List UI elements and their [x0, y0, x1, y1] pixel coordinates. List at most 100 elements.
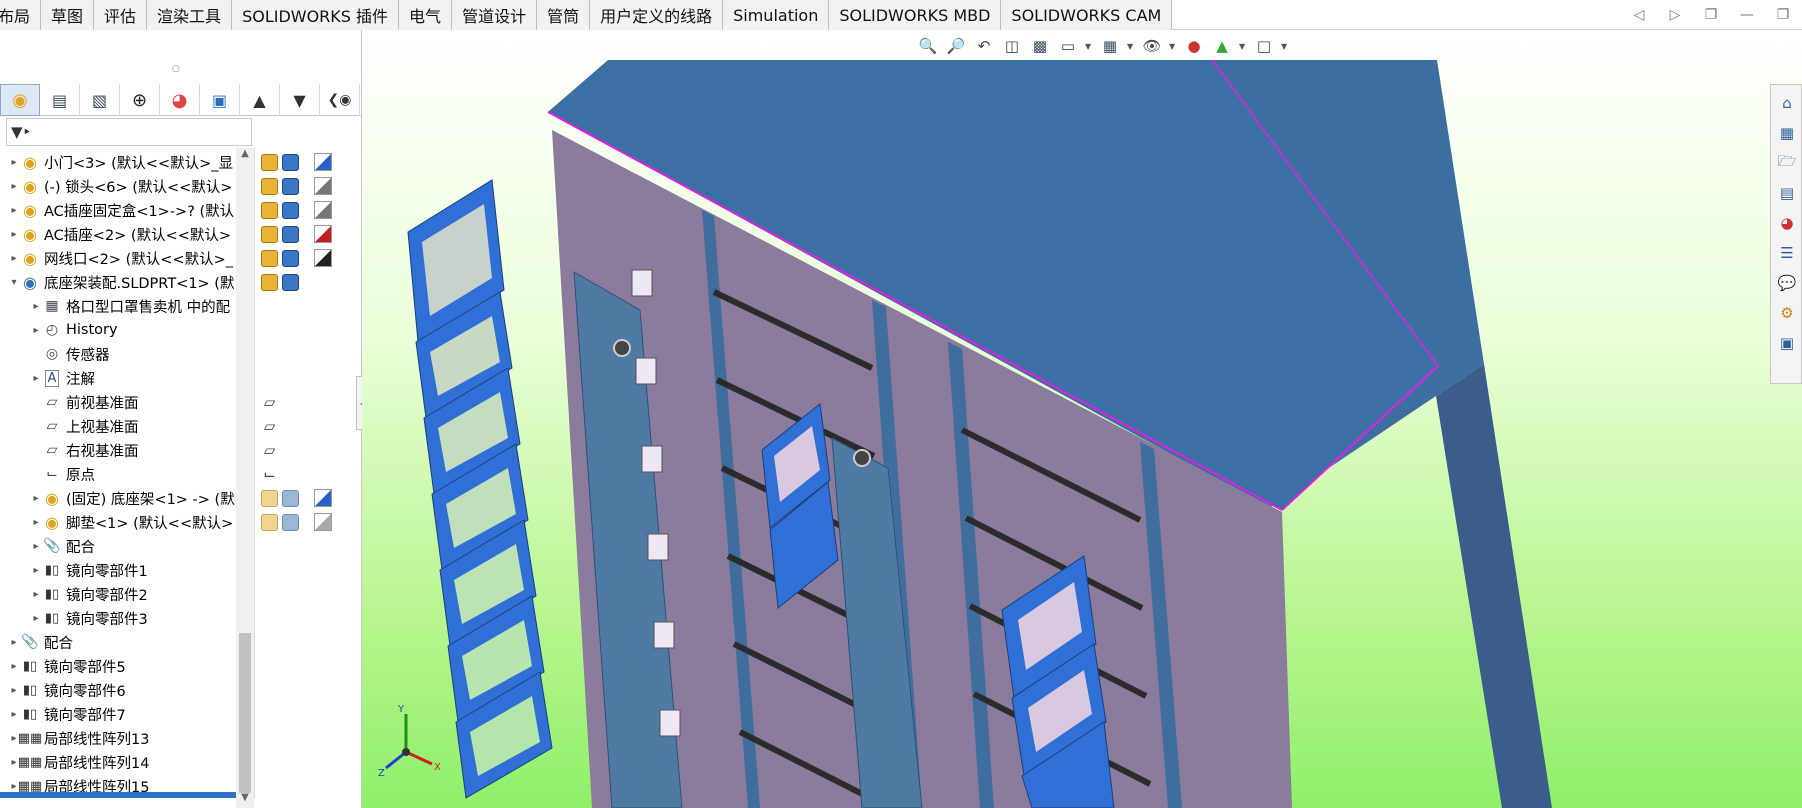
- zoom-to-fit-icon[interactable]: 🔍: [917, 35, 939, 57]
- tree-expand-icon[interactable]: ▸: [30, 301, 42, 312]
- tree-item[interactable]: ▸ ◉ 脚垫<1> (默认<<默认>: [0, 510, 236, 534]
- filter-field[interactable]: ▼‣: [6, 118, 252, 146]
- vertical-scroll-thumb[interactable]: [239, 633, 251, 793]
- appearance-swatch-icon[interactable]: [314, 200, 332, 220]
- tree-item[interactable]: ▸ 📎 配合: [0, 630, 236, 654]
- appearance-swatch-icon[interactable]: [314, 248, 332, 268]
- tree-item[interactable]: ▸ ▮▯ 镜向零部件7: [0, 702, 236, 726]
- hide-show-dropdown-icon[interactable]: ▼: [1169, 42, 1177, 51]
- view-orientation-icon[interactable]: ▭: [1057, 35, 1079, 57]
- appearance-swatch-icon[interactable]: [314, 512, 332, 532]
- tree-item[interactable]: ▸ ▮▯ 镜向零部件2: [0, 582, 236, 606]
- tree-expand-icon[interactable]: ▾: [8, 277, 20, 288]
- cam-feature-icon[interactable]: ▣: [200, 84, 240, 116]
- tree-item[interactable]: ⌙ 原点: [0, 462, 236, 486]
- pin-left-icon[interactable]: ◁: [1628, 4, 1650, 26]
- tree-expand-icon[interactable]: ▸: [30, 589, 42, 600]
- section-view-icon[interactable]: ◫: [1001, 35, 1023, 57]
- configurationmanager-icon[interactable]: ▧: [80, 84, 120, 116]
- display-style-icon[interactable]: ▦: [1099, 35, 1121, 57]
- custom-properties-icon[interactable]: ☰: [1775, 241, 1799, 265]
- home-icon[interactable]: ⌂: [1775, 91, 1799, 115]
- propertymanager-icon[interactable]: ▤: [40, 84, 80, 116]
- view-palette-icon[interactable]: ▤: [1775, 181, 1799, 205]
- tree-item[interactable]: ▸ ▮▯ 镜向零部件5: [0, 654, 236, 678]
- tab-layout[interactable]: 布局: [0, 0, 42, 30]
- tree-expand-icon[interactable]: ▸: [30, 493, 42, 504]
- tab-piping[interactable]: 管道设计: [452, 0, 538, 30]
- tab-sketch[interactable]: 草图: [41, 0, 95, 30]
- tree-expand-icon[interactable]: ▸: [30, 565, 42, 576]
- display-manager-icon[interactable]: ◕: [160, 84, 200, 116]
- appearance-swatch-icon[interactable]: [314, 224, 332, 244]
- tree-item[interactable]: ▸ ◉ 网线口<2> (默认<<默认>_: [0, 246, 236, 270]
- apply-scene-dropdown-icon[interactable]: ▼: [1239, 42, 1247, 51]
- tree-item[interactable]: ▾ ◉ 底座架装配.SLDPRT<1> (默: [0, 270, 236, 294]
- solidworks-resources-icon[interactable]: ⚙: [1775, 301, 1799, 325]
- minimize-icon[interactable]: —: [1736, 4, 1758, 26]
- maximize-icon[interactable]: ❐: [1772, 4, 1794, 26]
- apply-scene-icon[interactable]: ▲: [1211, 35, 1233, 57]
- scroll-down-icon[interactable]: ▼: [236, 792, 254, 806]
- tree-item[interactable]: ▸ A 注解: [0, 366, 236, 390]
- hide-show-items-icon[interactable]: 👁: [1141, 35, 1163, 57]
- graphics-area[interactable]: 🔍 🔎 ↶ ◫ ▩ ▭ ▼ ▦ ▼ 👁 ▼ ● ▲ ▼ □ ▼ ⌂ ▦ 🗁 ▤ …: [362, 30, 1802, 808]
- display-style-dropdown-icon[interactable]: ▼: [1127, 42, 1135, 51]
- tree-expand-icon[interactable]: ▸: [8, 205, 20, 216]
- restore-icon[interactable]: ❐: [1700, 4, 1722, 26]
- cam-tool-icon[interactable]: ▼: [280, 84, 320, 116]
- tab-solidworks-addins[interactable]: SOLIDWORKS 插件: [232, 0, 400, 30]
- tab-user-defined-routing[interactable]: 用户定义的线路: [590, 0, 724, 30]
- tree-item[interactable]: ▸ ▮▯ 镜向零部件6: [0, 678, 236, 702]
- tree-expand-icon[interactable]: ▸: [30, 613, 42, 624]
- tab-solidworks-mbd[interactable]: SOLIDWORKS MBD: [829, 0, 1002, 30]
- tree-expand-icon[interactable]: ▸: [30, 517, 42, 528]
- dimxpert-icon[interactable]: ⊕: [120, 84, 160, 116]
- previous-view-icon[interactable]: ↶: [973, 35, 995, 57]
- featuremanager-icon[interactable]: ◉: [0, 84, 40, 116]
- tree-item[interactable]: ▸ ▮▯ 镜向零部件1: [0, 558, 236, 582]
- appearances-icon[interactable]: ◕: [1775, 211, 1799, 235]
- zoom-to-area-icon[interactable]: 🔎: [945, 35, 967, 57]
- cabinet-model[interactable]: [362, 30, 1802, 808]
- forum-icon[interactable]: 💬: [1775, 271, 1799, 295]
- appearance-swatch-icon[interactable]: [314, 488, 332, 508]
- tree-item[interactable]: ▸ ▦▦ 局部线性阵列13: [0, 726, 236, 750]
- filter-icon[interactable]: ▼‣: [11, 123, 31, 141]
- tree-item[interactable]: ▸ 📎 配合: [0, 534, 236, 558]
- tree-item[interactable]: ▸ ◉ AC插座固定盒<1>->? (默认: [0, 198, 236, 222]
- appearance-swatch-icon[interactable]: [314, 176, 332, 196]
- tab-simulation[interactable]: Simulation: [723, 0, 830, 30]
- view-settings-icon[interactable]: □: [1253, 35, 1275, 57]
- tree-expand-icon[interactable]: ▸: [30, 373, 42, 384]
- tree-item[interactable]: ▱ 前视基准面: [0, 390, 236, 414]
- tree-expand-icon[interactable]: ▸: [8, 229, 20, 240]
- tree-item[interactable]: ▱ 上视基准面: [0, 414, 236, 438]
- cam-operation-icon[interactable]: ▲: [240, 84, 280, 116]
- tree-expand-icon[interactable]: ▸: [8, 661, 20, 672]
- view-orientation-dropdown-icon[interactable]: ▼: [1085, 42, 1093, 51]
- tree-expand-icon[interactable]: ▸: [30, 541, 42, 552]
- tree-expand-icon[interactable]: ▸: [8, 709, 20, 720]
- tree-item[interactable]: ▸ ◉ (固定) 底座架<1> -> (默: [0, 486, 236, 510]
- tab-render-tools[interactable]: 渲染工具: [147, 0, 233, 30]
- panel-splitter-icon[interactable]: ○: [172, 64, 180, 74]
- hide-show-icon[interactable]: ❮◉: [320, 84, 360, 116]
- tree-item[interactable]: ▱ 右视基准面: [0, 438, 236, 462]
- tree-expand-icon[interactable]: ▸: [8, 685, 20, 696]
- tree-expand-icon[interactable]: ▸: [8, 157, 20, 168]
- pin-right-icon[interactable]: ▷: [1664, 4, 1686, 26]
- tree-expand-icon[interactable]: ▸: [8, 181, 20, 192]
- tree-item[interactable]: ▸ ▦▦ 局部线性阵列14: [0, 750, 236, 774]
- edit-appearance-icon[interactable]: ●: [1183, 35, 1205, 57]
- 3d-content-icon[interactable]: ▣: [1775, 331, 1799, 355]
- tab-electrical[interactable]: 电气: [399, 0, 453, 30]
- tab-evaluate[interactable]: 评估: [94, 0, 148, 30]
- file-explorer-icon[interactable]: 🗁: [1775, 151, 1799, 175]
- dynamic-annotation-icon[interactable]: ▩: [1029, 35, 1051, 57]
- scroll-up-icon[interactable]: ▲: [236, 148, 254, 162]
- tree-expand-icon[interactable]: ▸: [8, 637, 20, 648]
- tree-vertical-scrollbar[interactable]: ▲ ▼: [236, 148, 254, 808]
- tree-expand-icon[interactable]: ▸: [30, 325, 42, 336]
- tree-item[interactable]: ▸ ◉ 小门<3> (默认<<默认>_显: [0, 150, 236, 174]
